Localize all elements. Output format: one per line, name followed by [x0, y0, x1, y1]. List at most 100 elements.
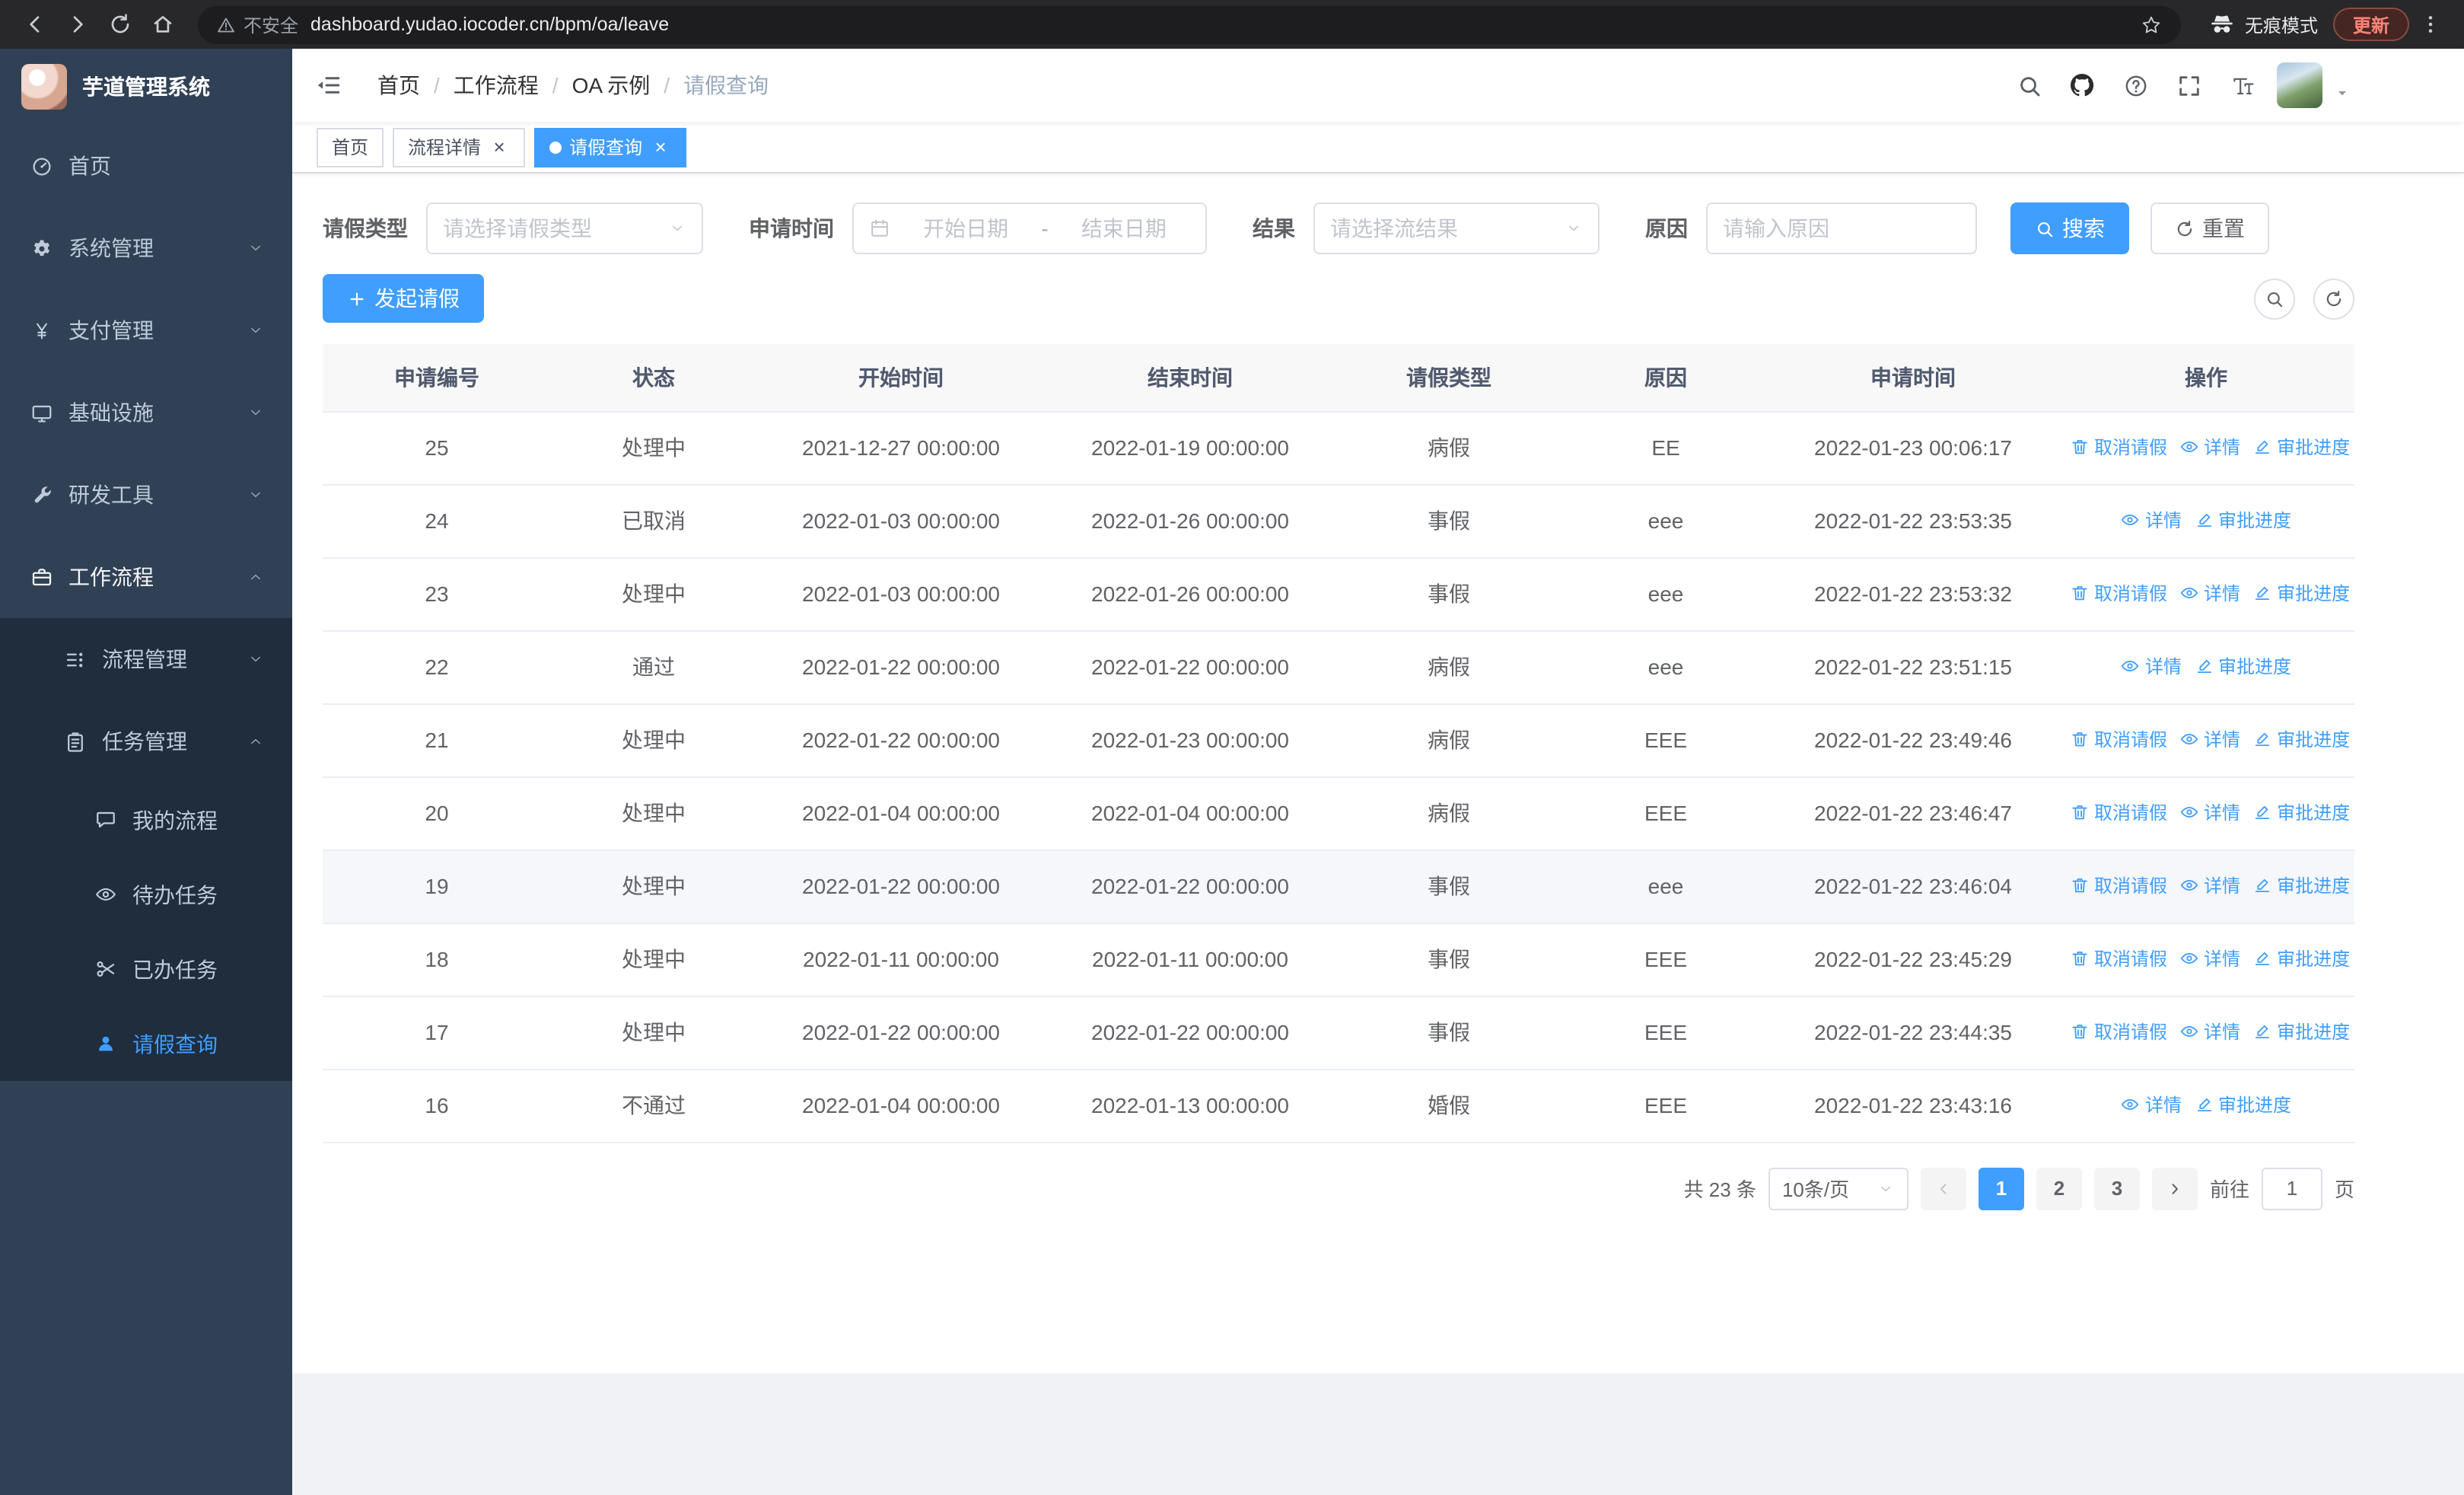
update-button[interactable]: 更新 — [2332, 8, 2409, 41]
action-detail-link[interactable]: 详情 — [2121, 653, 2182, 679]
user-avatar[interactable] — [2277, 62, 2322, 108]
browser-back-button[interactable] — [15, 5, 55, 44]
tab-close-icon[interactable]: × — [489, 136, 510, 158]
browser-menu-icon[interactable] — [2412, 5, 2449, 44]
breadcrumb-item[interactable]: 首页 — [377, 70, 420, 100]
action-cancel-link[interactable]: 取消请假 — [2070, 580, 2167, 606]
table-row: 25 处理中 2021-12-27 00:00:00 2022-01-19 00:00… — [323, 411, 2354, 485]
font-size-button[interactable] — [2224, 67, 2260, 104]
delete-icon — [2070, 729, 2090, 749]
bookmark-star-icon[interactable] — [2140, 13, 2163, 36]
sidebar-item-dev-tools[interactable]: 研发工具 — [0, 454, 292, 536]
fullscreen-button[interactable] — [2170, 67, 2207, 104]
action-cancel-link[interactable]: 取消请假 — [2070, 1018, 2167, 1044]
leave-type-select[interactable]: 请选择请假类型 — [426, 202, 703, 254]
sidebar-item-infrastructure[interactable]: 基础设施 — [0, 371, 292, 454]
action-cancel-link[interactable]: 取消请假 — [2070, 434, 2167, 460]
action-progress-link[interactable]: 审批进度 — [2252, 580, 2350, 606]
page-size-select[interactable]: 10条/页 — [1768, 1167, 1908, 1210]
action-detail-link[interactable]: 详情 — [2179, 726, 2240, 752]
cell-end-time: 2022-01-23 00:00:00 — [1046, 703, 1335, 777]
sidebar-toggle-button[interactable] — [292, 49, 365, 122]
cell-leave-type: 事假 — [1335, 557, 1563, 631]
action-cancel-link[interactable]: 取消请假 — [2070, 799, 2167, 825]
action-progress-link[interactable]: 审批进度 — [2194, 653, 2291, 679]
cell-leave-type: 婚假 — [1335, 1069, 1563, 1143]
prev-page-button[interactable] — [1920, 1167, 1966, 1210]
reset-button[interactable]: 重置 — [2150, 202, 2269, 254]
app-logo[interactable]: 芋道管理系统 — [0, 49, 292, 125]
sidebar: 芋道管理系统 首页 系统管理 支付管理基础设施研发工具 工作流程 流程管理 任务管理 我的流… — [0, 49, 292, 1495]
cell-apply-id: 16 — [323, 1069, 551, 1143]
action-progress-link[interactable]: 审批进度 — [2252, 872, 2350, 898]
breadcrumb-item[interactable]: OA 示例 — [572, 70, 651, 100]
page-2-button[interactable]: 2 — [2036, 1167, 2082, 1210]
action-progress-link[interactable]: 审批进度 — [2252, 1018, 2350, 1044]
action-detail-link[interactable]: 详情 — [2179, 945, 2240, 971]
sidebar-item-my-process[interactable]: 我的流程 — [0, 783, 292, 857]
help-button[interactable] — [2117, 67, 2154, 104]
end-date-input[interactable]: 结束日期 — [1058, 213, 1190, 244]
avatar-caret-icon[interactable] — [2333, 84, 2351, 102]
create-leave-button[interactable]: 发起请假 — [323, 274, 484, 323]
action-cancel-link[interactable]: 取消请假 — [2070, 726, 2167, 752]
sidebar-item-done-tasks[interactable]: 已办任务 — [0, 932, 292, 1006]
action-progress-link[interactable]: 审批进度 — [2194, 507, 2291, 533]
action-label: 取消请假 — [2094, 802, 2168, 824]
start-date-input[interactable]: 开始日期 — [899, 213, 1032, 244]
action-cancel-link[interactable]: 取消请假 — [2070, 872, 2167, 898]
tab-leave-query[interactable]: 请假查询 × — [534, 127, 687, 167]
sidebar-item-leave-query[interactable]: 请假查询 — [0, 1006, 292, 1081]
action-detail-link[interactable]: 详情 — [2121, 1092, 2182, 1117]
sidebar-item-process-mgmt[interactable]: 流程管理 — [0, 618, 292, 700]
action-detail-link[interactable]: 详情 — [2179, 799, 2240, 825]
cell-apply-time: 2022-01-22 23:46:47 — [1768, 776, 2058, 850]
incognito-badge: 无痕模式 — [2196, 11, 2330, 38]
cell-end-time: 2022-01-11 00:00:00 — [1046, 923, 1335, 996]
apply-time-range-picker[interactable]: 开始日期 - 结束日期 — [852, 202, 1207, 254]
action-progress-link[interactable]: 审批进度 — [2252, 726, 2350, 752]
cell-apply-id: 24 — [323, 484, 551, 558]
sidebar-item-workflow[interactable]: 工作流程 — [0, 536, 292, 618]
sidebar-item-home[interactable]: 首页 — [0, 125, 292, 207]
goto-page-input[interactable] — [2261, 1167, 2322, 1210]
page-1-button[interactable]: 1 — [1978, 1167, 2024, 1210]
search-button[interactable]: 搜索 — [2010, 202, 2129, 254]
reason-input[interactable] — [1706, 202, 1977, 254]
action-detail-link[interactable]: 详情 — [2179, 434, 2240, 460]
sidebar-item-todo-tasks[interactable]: 待办任务 — [0, 857, 292, 932]
eye-icon — [2179, 802, 2199, 822]
address-bar[interactable]: 不安全 dashboard.yudao.iocoder.cn/bpm/oa/le… — [198, 5, 2181, 43]
navbar-search-button[interactable] — [2010, 67, 2047, 104]
action-detail-link[interactable]: 详情 — [2179, 580, 2240, 606]
browser-reload-button[interactable] — [100, 5, 140, 44]
tab-close-icon[interactable]: × — [650, 136, 671, 158]
cell-status: 处理中 — [551, 411, 756, 485]
sidebar-item-task-mgmt[interactable]: 任务管理 — [0, 700, 292, 783]
action-progress-link[interactable]: 审批进度 — [2252, 945, 2350, 971]
breadcrumb: 首页 / 工作流程 / OA 示例 / 请假查询 — [377, 70, 769, 100]
action-detail-link[interactable]: 详情 — [2179, 872, 2240, 898]
tab-home[interactable]: 首页 — [317, 127, 384, 167]
action-detail-link[interactable]: 详情 — [2179, 1018, 2240, 1044]
tab-label: 流程详情 — [408, 137, 482, 158]
sidebar-item-system[interactable]: 系统管理 — [0, 207, 292, 289]
action-progress-link[interactable]: 审批进度 — [2194, 1092, 2291, 1117]
sidebar-item-label: 基础设施 — [68, 400, 154, 425]
result-select[interactable]: 请选择流结果 — [1313, 202, 1600, 254]
action-detail-link[interactable]: 详情 — [2121, 507, 2182, 533]
action-progress-link[interactable]: 审批进度 — [2252, 799, 2350, 825]
page-3-button[interactable]: 3 — [2093, 1167, 2140, 1210]
url-text: dashboard.yudao.iocoder.cn/bpm/oa/leave — [310, 14, 670, 35]
next-page-button[interactable] — [2151, 1167, 2198, 1210]
action-cancel-link[interactable]: 取消请假 — [2070, 945, 2167, 971]
github-link[interactable] — [2064, 67, 2100, 104]
action-progress-link[interactable]: 审批进度 — [2252, 434, 2350, 460]
sidebar-item-payment[interactable]: 支付管理 — [0, 289, 292, 371]
refresh-table-button[interactable] — [2313, 278, 2354, 319]
browser-home-button[interactable] — [143, 5, 183, 44]
browser-forward-button[interactable] — [58, 5, 97, 44]
breadcrumb-item[interactable]: 工作流程 — [454, 70, 539, 100]
tab-process-detail[interactable]: 流程详情 × — [393, 127, 526, 167]
toggle-search-button[interactable] — [2254, 278, 2295, 319]
